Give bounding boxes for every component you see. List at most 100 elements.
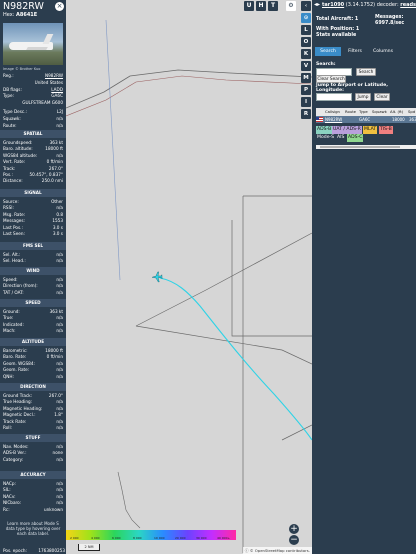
legend-tick: 30 000 <box>196 536 207 540</box>
layer-i-button[interactable]: I <box>301 97 311 107</box>
aircraft-marker[interactable] <box>151 271 163 283</box>
legend-tick: 2 000 <box>70 536 79 540</box>
table-scrollbar[interactable] <box>316 145 416 149</box>
pos-epoch-label: Pos. epoch: <box>3 548 27 553</box>
messages-label: Messages: <box>375 15 404 20</box>
layer-l-button[interactable]: L <box>301 25 311 35</box>
legend-tick: 20 000 <box>175 536 186 540</box>
legend-tick: 40 000+ <box>217 536 231 540</box>
layer-r-button[interactable]: R <box>301 109 311 119</box>
source-chip: ADS-B <box>316 126 333 134</box>
table-row[interactable]: N982RW GA6C 18000 363 <box>316 116 416 123</box>
data-row: QNH: n/a <box>3 373 63 380</box>
data-row-label: Roll: <box>3 425 13 430</box>
list-tabs: Search Filters Columns <box>315 47 413 56</box>
fir-boundary-line <box>66 75 312 117</box>
data-row-label: Distance: <box>3 178 23 184</box>
messages-rate: 6997.8/sec <box>375 21 405 26</box>
legend-tick: 6 000 <box>112 536 121 540</box>
map-button-h[interactable]: H <box>256 1 266 11</box>
map-button-t[interactable]: T <box>268 1 278 11</box>
center-icon[interactable]: ⊙ <box>301 13 311 23</box>
info-row-value[interactable]: N982RW <box>45 72 63 79</box>
decoder-link[interactable]: readsb <box>400 2 416 8</box>
map-attribution[interactable]: ⓘ © OpenStreetMap contributors. <box>242 547 312 554</box>
layer-o-button[interactable]: O <box>301 37 311 47</box>
data-row-value: n/a <box>56 328 63 334</box>
clear-button[interactable]: Clear <box>374 93 390 101</box>
col-squawk[interactable]: Squawk <box>372 108 387 116</box>
info-row-value: GA6C <box>51 93 63 98</box>
boundary-line <box>135 232 312 327</box>
info-row-label: Type Desc.: <box>3 109 27 114</box>
data-row-label: Mach: <box>3 328 16 334</box>
search-label: Search: <box>316 62 336 67</box>
data-row-value: n/a <box>56 258 63 264</box>
legend-tick: 10 000 <box>154 536 165 540</box>
settings-gear-icon[interactable]: ⚙ <box>286 1 296 11</box>
search-button[interactable]: Search <box>356 68 376 76</box>
tab-columns[interactable]: Columns <box>369 47 397 56</box>
boundary-line <box>66 69 312 109</box>
layer-m-button[interactable]: M <box>301 73 311 83</box>
data-row: Category: n/a <box>3 456 63 463</box>
scrollbar-thumb[interactable] <box>320 146 400 148</box>
stats-available: Stats available <box>316 33 357 38</box>
col-speed[interactable]: Spd <box>408 108 415 116</box>
info-row-value: United States <box>34 80 63 85</box>
row-type: GA6C <box>359 117 371 122</box>
info-row-value: GULFSTREAM G600 <box>22 100 63 105</box>
side-button-column: ‹ ⊙ L O K V M P I R <box>300 1 312 135</box>
tab-search[interactable]: Search <box>315 47 341 56</box>
info-row: Route: n/a <box>3 122 63 129</box>
jump-button[interactable]: Jump <box>355 93 371 101</box>
row-callsign[interactable]: N982RW <box>325 116 342 123</box>
layer-v-button[interactable]: V <box>301 61 311 71</box>
collapse-panel-button[interactable]: ‹ <box>301 1 311 11</box>
info-row: Squawk: n/a <box>3 115 63 122</box>
layer-p-button[interactable]: P <box>301 85 311 95</box>
info-row: United States <box>3 79 63 86</box>
data-row-value: 250.0 nmi <box>41 178 63 184</box>
col-route[interactable]: Route <box>345 108 356 116</box>
hex-label: Hex: <box>3 12 15 18</box>
aircraft-list-panel: ◂▸ tar1090 (3.14.1752) decoder: readsb T… <box>312 0 416 554</box>
col-type[interactable]: Type <box>359 108 368 116</box>
zoom-in-button[interactable]: + <box>289 524 299 534</box>
help-note: Learn more about Mode S data type by hov… <box>5 521 61 536</box>
version-value: (3.14.1752) decoder: <box>345 2 399 8</box>
data-row: Sel. Head.: n/a <box>3 257 63 264</box>
us-flag-icon <box>316 117 323 122</box>
legend-tick: 8 000 <box>133 536 142 540</box>
info-row: Reg.: N982RW <box>3 72 63 79</box>
total-aircraft: Total Aircraft: 1 <box>316 17 359 22</box>
aircraft-photo[interactable] <box>3 23 63 65</box>
info-row: Type Desc.: L2J <box>3 108 63 115</box>
col-altitude[interactable]: Alt. (ft) <box>390 108 403 116</box>
source-chip: Mode-S <box>317 135 335 140</box>
data-row: Last Seen: 3.0 s <box>3 230 63 237</box>
data-row-label: Sel. Head.: <box>3 258 26 264</box>
data-row: Roll: n/a <box>3 424 63 431</box>
clear-search-button[interactable]: Clear Search <box>316 75 346 83</box>
expand-arrows-icon[interactable]: ◂▸ <box>314 0 320 10</box>
layer-k-button[interactable]: K <box>301 49 311 59</box>
aircraft-wing <box>26 47 48 50</box>
map-canvas <box>66 19 312 553</box>
data-row-value: 3.0 s <box>52 231 63 236</box>
data-row-value: n/a <box>56 373 63 379</box>
col-callsign[interactable]: Callsign <box>325 108 340 116</box>
data-row: Distance: 250.0 nmi <box>3 177 63 184</box>
aircraft-info-panel: N982RW Hex: A8641E × Image © Brother Kuo… <box>0 0 66 554</box>
boundary-line <box>231 220 312 337</box>
jump-input[interactable] <box>316 93 352 101</box>
zoom-out-button[interactable]: − <box>289 535 299 545</box>
app-link[interactable]: tar1090 <box>322 2 344 8</box>
map-view[interactable]: U H T ⚙ + − 2 000 4 000 6 000 8 000 10 000 20… <box>66 0 312 554</box>
data-row-label: QNH: <box>3 373 14 379</box>
map-button-u[interactable]: U <box>244 1 254 11</box>
data-row: Mach: n/a <box>3 327 63 334</box>
row-speed: 363 <box>409 117 416 122</box>
close-icon[interactable]: × <box>55 2 64 11</box>
tab-filters[interactable]: Filters <box>343 47 367 56</box>
